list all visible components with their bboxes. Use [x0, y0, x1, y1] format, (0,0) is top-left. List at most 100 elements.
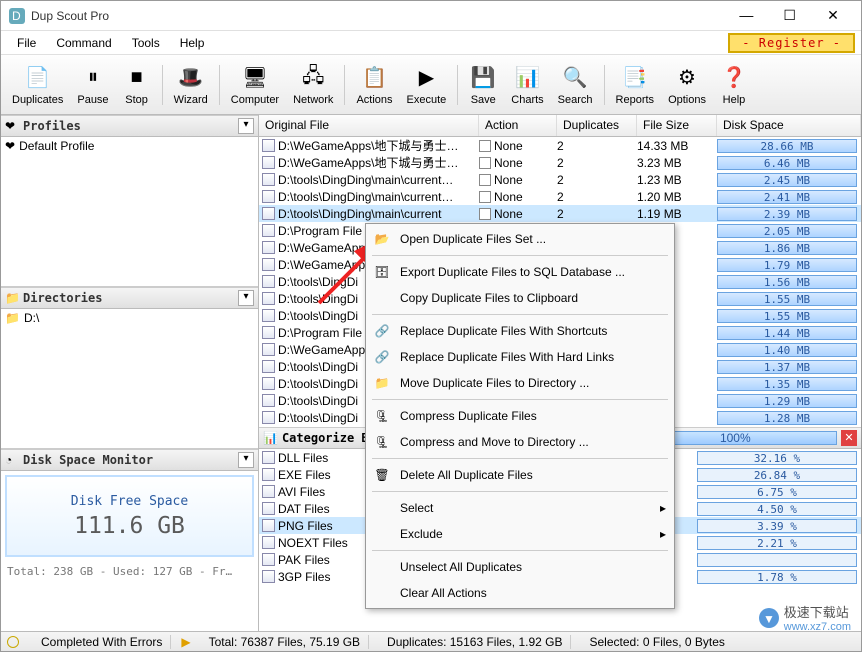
toolbar-search-button[interactable]: 🔍Search: [551, 61, 600, 109]
toolbar-execute-button[interactable]: ▶Execute: [400, 61, 454, 109]
disk-free-value: 111.6 GB: [74, 513, 185, 539]
table-row[interactable]: D:\WeGameApps\地下城与勇士… None 2 14.33 MB 28…: [259, 137, 861, 154]
context-menu-item[interactable]: 🗜Compress Duplicate Files: [368, 403, 672, 429]
status-selected: Selected: 0 Files, 0 Bytes: [581, 635, 732, 649]
document-icon: [262, 411, 275, 424]
context-menu-item[interactable]: Exclude▸: [368, 521, 672, 547]
stop-icon: ■: [123, 64, 151, 92]
size-bar: 1.79 MB: [717, 258, 857, 272]
execute-icon: ▶: [412, 64, 440, 92]
heart-icon: ❤: [5, 119, 19, 133]
context-menu-item[interactable]: Clear All Actions: [368, 580, 672, 606]
menu-item-icon: [372, 557, 392, 577]
file-type-icon: [262, 468, 275, 481]
dropdown-icon[interactable]: [479, 191, 491, 203]
size-bar: 1.37 MB: [717, 360, 857, 374]
toolbar-computer-button[interactable]: 🖥Computer: [224, 61, 286, 109]
table-row[interactable]: D:\tools\DingDing\main\current… None 2 1…: [259, 188, 861, 205]
svg-text:▼: ▼: [763, 612, 775, 626]
size-bar: 1.40 MB: [717, 343, 857, 357]
register-button[interactable]: - Register -: [728, 33, 855, 53]
profile-item[interactable]: ❤ Default Profile: [1, 137, 258, 155]
dropdown-icon[interactable]: [479, 208, 491, 220]
toolbar-options-button[interactable]: ⚙Options: [661, 61, 713, 109]
dropdown-icon[interactable]: [479, 157, 491, 169]
close-button[interactable]: ✕: [813, 7, 853, 24]
menu-tools[interactable]: Tools: [122, 34, 170, 52]
dropdown-icon[interactable]: [479, 140, 491, 152]
toolbar-charts-button[interactable]: 📊Charts: [504, 61, 550, 109]
statusbar: Completed With Errors ▶ Total: 76387 Fil…: [1, 631, 861, 651]
computer-icon: 🖥: [241, 64, 269, 92]
window-title: Dup Scout Pro: [31, 9, 726, 23]
toolbar-save-button[interactable]: 💾Save: [462, 61, 504, 109]
menu-help[interactable]: Help: [170, 34, 215, 52]
size-bar: 2.05 MB: [717, 224, 857, 238]
context-menu-item[interactable]: 🗑Delete All Duplicate Files: [368, 462, 672, 488]
disk-monitor-dropdown-icon[interactable]: ▾: [238, 452, 254, 468]
status-completed: Completed With Errors: [33, 635, 171, 649]
context-menu-item[interactable]: Copy Duplicate Files to Clipboard: [368, 285, 672, 311]
toolbar-stop-button[interactable]: ■Stop: [116, 61, 158, 109]
profiles-dropdown-icon[interactable]: ▾: [238, 118, 254, 134]
col-duplicates[interactable]: Duplicates: [557, 115, 637, 136]
col-original-file[interactable]: Original File: [259, 115, 479, 136]
context-menu-item[interactable]: 🔗Replace Duplicate Files With Shortcuts: [368, 318, 672, 344]
context-menu-item[interactable]: Unselect All Duplicates: [368, 554, 672, 580]
toolbar-wizard-button[interactable]: 🎩Wizard: [167, 61, 215, 109]
categorize-close-button[interactable]: ✕: [841, 430, 857, 446]
size-bar: 2.41 MB: [717, 190, 857, 204]
app-icon: D: [9, 8, 25, 24]
menu-item-icon: 🗑: [372, 465, 392, 485]
menu-item-icon: 🗜: [372, 432, 392, 452]
directory-item[interactable]: 📁 D:\: [1, 309, 258, 327]
menu-item-icon: [372, 583, 392, 603]
charts-icon: 📊: [513, 64, 541, 92]
toolbar-help-button[interactable]: ❓Help: [713, 61, 755, 109]
context-menu-item[interactable]: 🗄Export Duplicate Files to SQL Database …: [368, 259, 672, 285]
size-bar: 1.29 MB: [717, 394, 857, 408]
context-menu-item[interactable]: 🔗Replace Duplicate Files With Hard Links: [368, 344, 672, 370]
maximize-button[interactable]: ☐: [770, 7, 810, 24]
col-file-size[interactable]: File Size: [637, 115, 717, 136]
chart-icon: 📊: [263, 431, 278, 445]
submenu-arrow-icon: ▸: [660, 501, 666, 515]
actions-icon: 📋: [360, 64, 388, 92]
toolbar-network-button[interactable]: 🖧Network: [286, 61, 340, 109]
toolbar-duplicates-button[interactable]: 📄Duplicates: [5, 61, 70, 109]
context-menu-item[interactable]: Select▸: [368, 495, 672, 521]
context-menu-item[interactable]: 📂Open Duplicate Files Set ...: [368, 226, 672, 252]
col-action[interactable]: Action: [479, 115, 557, 136]
context-menu-item[interactable]: 📁Move Duplicate Files to Directory ...: [368, 370, 672, 396]
table-row[interactable]: D:\tools\DingDing\main\current… None 2 1…: [259, 171, 861, 188]
play-icon[interactable]: ▶: [181, 635, 190, 649]
menu-file[interactable]: File: [7, 34, 46, 52]
profiles-header: ❤ Profiles ▾: [1, 115, 258, 137]
percent-bar: 1.78 %: [697, 570, 857, 584]
status-total: Total: 76387 Files, 75.19 GB: [201, 635, 369, 649]
document-icon: [262, 207, 275, 220]
table-row[interactable]: D:\tools\DingDing\main\current None 2 1.…: [259, 205, 861, 222]
heart-icon: ❤: [5, 139, 15, 153]
directories-dropdown-icon[interactable]: ▾: [238, 290, 254, 306]
menubar: File Command Tools Help - Register -: [1, 31, 861, 55]
document-icon: [262, 241, 275, 254]
disk-free-label: Disk Free Space: [71, 494, 188, 509]
file-type-icon: [262, 570, 275, 583]
context-menu-item[interactable]: 🗜Compress and Move to Directory ...: [368, 429, 672, 455]
search-icon: 🔍: [561, 64, 589, 92]
table-row[interactable]: D:\WeGameApps\地下城与勇士… None 2 3.23 MB 6.4…: [259, 154, 861, 171]
toolbar-reports-button[interactable]: 📑Reports: [609, 61, 662, 109]
minimize-button[interactable]: —: [726, 7, 766, 23]
document-icon: [262, 258, 275, 271]
size-bar: 2.39 MB: [717, 207, 857, 221]
profiles-list: ❤ Default Profile: [1, 137, 258, 287]
size-bar: 1.28 MB: [717, 411, 857, 425]
file-type-icon: [262, 485, 275, 498]
dropdown-icon[interactable]: [479, 174, 491, 186]
col-disk-space[interactable]: Disk Space: [717, 115, 861, 136]
menu-item-icon: 🔗: [372, 347, 392, 367]
toolbar-pause-button[interactable]: ⏸Pause: [70, 61, 115, 109]
toolbar-actions-button[interactable]: 📋Actions: [349, 61, 399, 109]
menu-command[interactable]: Command: [46, 34, 121, 52]
